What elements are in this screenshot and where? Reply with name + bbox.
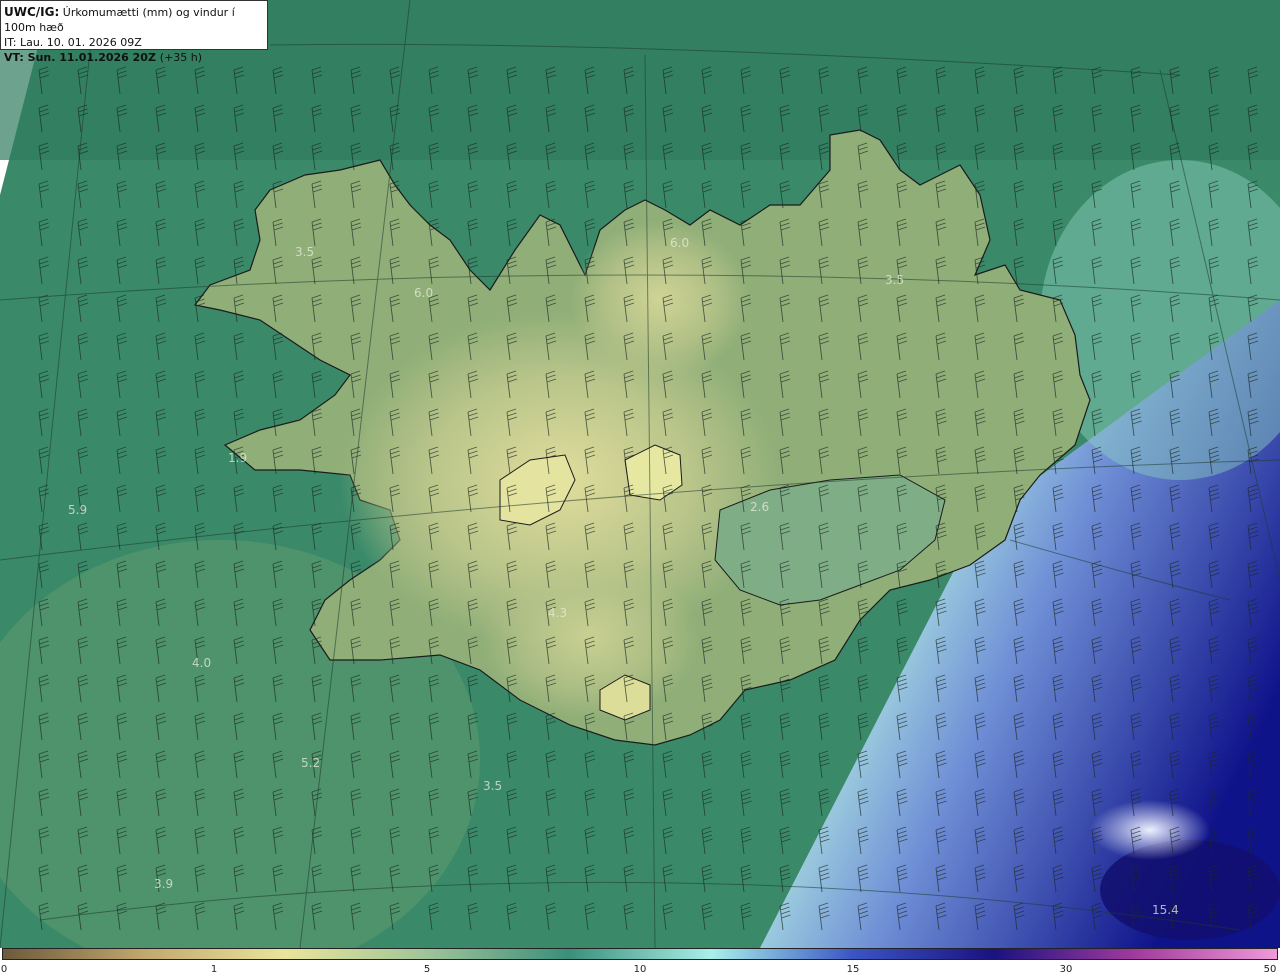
- map-value: 3.5: [885, 273, 904, 287]
- map-value: 5.2: [301, 756, 320, 770]
- colorbar-tick: 30: [1059, 964, 1073, 975]
- north-highlands: [570, 220, 750, 380]
- map-value: 3.5: [483, 779, 502, 793]
- header-model: UWC/IG:: [4, 5, 60, 19]
- colorbar-tick: 15: [846, 964, 860, 975]
- header-init-time: IT: Lau. 10. 01. 2026 09Z: [4, 36, 142, 49]
- colorbar-tick: 50: [1263, 964, 1277, 975]
- colorbar-tick: 10: [633, 964, 647, 975]
- header-title-line: UWC/IG: Úrkomumætti (mm) og vindur í 100…: [4, 5, 264, 35]
- colorbar: 0 1 5 10 15 30 50: [0, 948, 1280, 978]
- map-value: 1.9: [228, 451, 247, 465]
- map-value: 2.6: [750, 500, 769, 514]
- south-highlands: [480, 560, 700, 720]
- header-valid-time: VT: Sun. 11.01.2026 20Z: [4, 51, 156, 64]
- map-header: UWC/IG: Úrkomumætti (mm) og vindur í 100…: [0, 0, 268, 64]
- map-value: 3.5: [295, 245, 314, 259]
- precipitation-wind-map: 3.5 6.0 6.0 3.5 1.9 5.9 2.6 4.3 4.0 5.2 …: [0, 0, 1280, 948]
- map-value: 6.0: [414, 286, 433, 300]
- header-valid-line: VT: Sun. 11.01.2026 20Z (+35 h): [4, 50, 264, 65]
- header-lead-time: (+35 h): [159, 51, 203, 64]
- map-value: 15.4: [1152, 903, 1179, 917]
- map-value: 5.9: [68, 503, 87, 517]
- colorbar-tick: 1: [210, 964, 218, 975]
- map-value: 6.0: [670, 236, 689, 250]
- map-value: 4.0: [192, 656, 211, 670]
- map-value: 4.3: [548, 606, 567, 620]
- colorbar-tick: 0: [0, 964, 8, 975]
- colorbar-tick: 5: [423, 964, 431, 975]
- map-value: 3.9: [154, 877, 173, 891]
- light-spot: [1090, 800, 1210, 860]
- colorbar-gradient: [2, 948, 1278, 960]
